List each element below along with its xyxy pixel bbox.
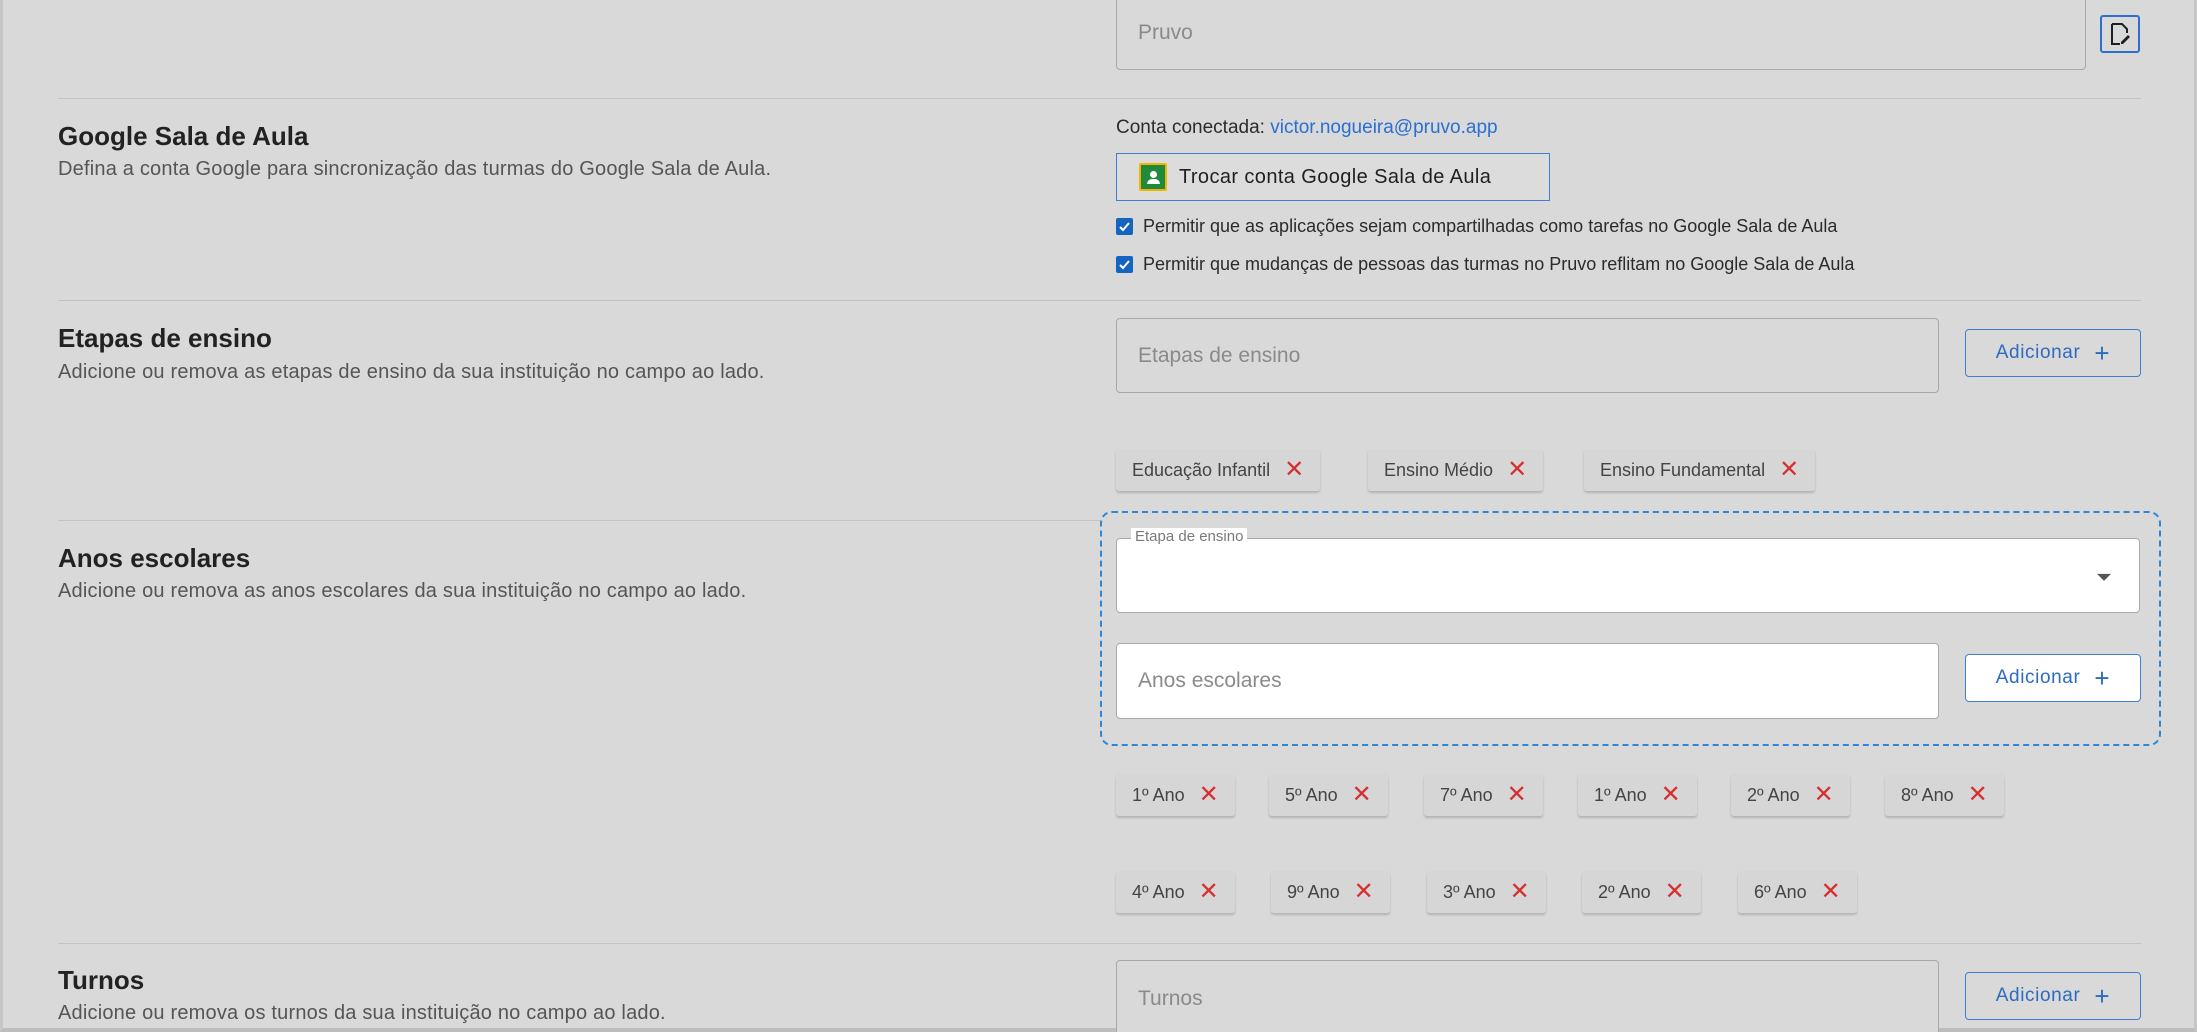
etapa-chip: Educação Infantil ✕ bbox=[1116, 449, 1321, 491]
close-icon[interactable]: ✕ bbox=[1779, 458, 1799, 482]
close-icon[interactable]: ✕ bbox=[1814, 783, 1834, 807]
sync-people-label: Permitir que mudanças de pessoas das tur… bbox=[1143, 254, 1855, 274]
add-turno-button[interactable]: Adicionar + bbox=[1965, 972, 2141, 1020]
add-turno-label: Adicionar bbox=[1995, 985, 2081, 1006]
plus-icon: + bbox=[2094, 981, 2111, 1011]
etapa-chip: Ensino Fundamental ✕ bbox=[1584, 449, 1816, 491]
anos-input[interactable]: Anos escolares bbox=[1116, 643, 1939, 719]
close-icon[interactable]: ✕ bbox=[1507, 783, 1527, 807]
etapas-input[interactable]: Etapas de ensino bbox=[1116, 318, 1939, 393]
add-ano-button[interactable]: Adicionar + bbox=[1965, 654, 2141, 702]
turnos-description: Adicione ou remova os turnos da sua inst… bbox=[58, 1002, 666, 1024]
plus-icon: + bbox=[2094, 338, 2111, 368]
google-title: Google Sala de Aula bbox=[58, 121, 309, 151]
chip-label: Ensino Médio bbox=[1384, 459, 1494, 480]
chip-label: 8º Ano bbox=[1901, 784, 1954, 805]
turnos-input[interactable]: Turnos bbox=[1116, 960, 1939, 1032]
close-icon[interactable]: ✕ bbox=[1968, 783, 1988, 807]
institution-name-value: Pruvo bbox=[1138, 21, 1193, 44]
checkbox-checked-icon[interactable] bbox=[1116, 256, 1133, 273]
turnos-placeholder: Turnos bbox=[1138, 987, 1203, 1010]
sync-people-checkbox-row[interactable]: Permitir que mudanças de pessoas das tur… bbox=[1116, 254, 1854, 275]
add-ano-label: Adicionar bbox=[1995, 667, 2081, 688]
ano-chip: 3º Ano ✕ bbox=[1427, 871, 1546, 913]
settings-page: Pruvo Google Sala de Aula Defina a conta… bbox=[0, 0, 2197, 1032]
share-apps-label: Permitir que as aplicações sejam compart… bbox=[1143, 216, 1838, 236]
share-apps-checkbox-row[interactable]: Permitir que as aplicações sejam compart… bbox=[1116, 216, 1837, 237]
institution-name-field[interactable]: Pruvo bbox=[1116, 0, 2086, 70]
divider bbox=[58, 300, 2141, 301]
anos-description: Adicione ou remova as anos escolares da … bbox=[58, 580, 747, 602]
divider bbox=[58, 98, 2141, 99]
add-etapa-label: Adicionar bbox=[1995, 342, 2081, 363]
close-icon[interactable]: ✕ bbox=[1510, 880, 1530, 904]
close-icon[interactable]: ✕ bbox=[1821, 880, 1841, 904]
ano-chip: 1º Ano ✕ bbox=[1578, 774, 1697, 816]
chip-label: 3º Ano bbox=[1443, 881, 1496, 902]
add-etapa-button[interactable]: Adicionar + bbox=[1965, 329, 2141, 377]
connected-email-link[interactable]: victor.nogueira@pruvo.app bbox=[1270, 117, 1497, 138]
close-icon[interactable]: ✕ bbox=[1352, 783, 1372, 807]
etapas-title: Etapas de ensino bbox=[58, 323, 272, 353]
ano-chip: 5º Ano ✕ bbox=[1269, 774, 1388, 816]
chip-label: 7º Ano bbox=[1440, 784, 1493, 805]
chip-label: 1º Ano bbox=[1132, 784, 1185, 805]
close-icon[interactable]: ✕ bbox=[1665, 880, 1685, 904]
ano-chip: 2º Ano ✕ bbox=[1731, 774, 1850, 816]
divider bbox=[58, 943, 2141, 944]
plus-icon: + bbox=[2094, 663, 2111, 693]
google-classroom-icon bbox=[1139, 163, 1167, 191]
ano-chip: 4º Ano ✕ bbox=[1116, 871, 1235, 913]
close-icon[interactable]: ✕ bbox=[1661, 783, 1681, 807]
chip-label: Educação Infantil bbox=[1132, 459, 1271, 480]
close-icon[interactable]: ✕ bbox=[1507, 458, 1527, 482]
chevron-down-icon[interactable] bbox=[2097, 573, 2111, 581]
chip-label: 2º Ano bbox=[1598, 881, 1651, 902]
google-description: Defina a conta Google para sincronização… bbox=[58, 158, 772, 180]
etapa-select-label: Etapa de ensino bbox=[1131, 528, 1248, 545]
ano-chip: 8º Ano ✕ bbox=[1885, 774, 2004, 816]
chip-label: 6º Ano bbox=[1754, 881, 1807, 902]
switch-google-account-button[interactable]: Trocar conta Google Sala de Aula bbox=[1116, 153, 1550, 201]
ano-chip: 6º Ano ✕ bbox=[1738, 871, 1857, 913]
connected-account: Conta conectada: victor.nogueira@pruvo.a… bbox=[1116, 117, 1498, 139]
switch-google-account-label: Trocar conta Google Sala de Aula bbox=[1179, 165, 1492, 188]
turnos-title: Turnos bbox=[58, 965, 145, 995]
close-icon[interactable]: ✕ bbox=[1354, 880, 1374, 904]
chip-label: 4º Ano bbox=[1132, 881, 1185, 902]
chip-label: 2º Ano bbox=[1747, 784, 1800, 805]
etapa-chip: Ensino Médio ✕ bbox=[1368, 449, 1544, 491]
anos-placeholder: Anos escolares bbox=[1138, 669, 1282, 692]
close-icon[interactable]: ✕ bbox=[1284, 458, 1304, 482]
ano-chip: 7º Ano ✕ bbox=[1424, 774, 1543, 816]
chip-label: 5º Ano bbox=[1285, 784, 1338, 805]
close-icon[interactable]: ✕ bbox=[1199, 880, 1219, 904]
close-icon[interactable]: ✕ bbox=[1199, 783, 1219, 807]
checkbox-checked-icon[interactable] bbox=[1116, 218, 1133, 235]
anos-title: Anos escolares bbox=[58, 543, 251, 573]
connected-label: Conta conectada: bbox=[1116, 117, 1265, 138]
etapa-select[interactable] bbox=[1116, 538, 2140, 613]
chip-label: Ensino Fundamental bbox=[1600, 459, 1766, 480]
etapas-placeholder: Etapas de ensino bbox=[1138, 343, 1301, 367]
chip-label: 9º Ano bbox=[1287, 881, 1340, 902]
ano-chip: 1º Ano ✕ bbox=[1116, 774, 1235, 816]
document-edit-icon[interactable] bbox=[2100, 15, 2140, 53]
ano-chip: 2º Ano ✕ bbox=[1582, 871, 1701, 913]
etapas-description: Adicione ou remova as etapas de ensino d… bbox=[58, 361, 765, 383]
ano-chip: 9º Ano ✕ bbox=[1271, 871, 1390, 913]
chip-label: 1º Ano bbox=[1594, 784, 1647, 805]
